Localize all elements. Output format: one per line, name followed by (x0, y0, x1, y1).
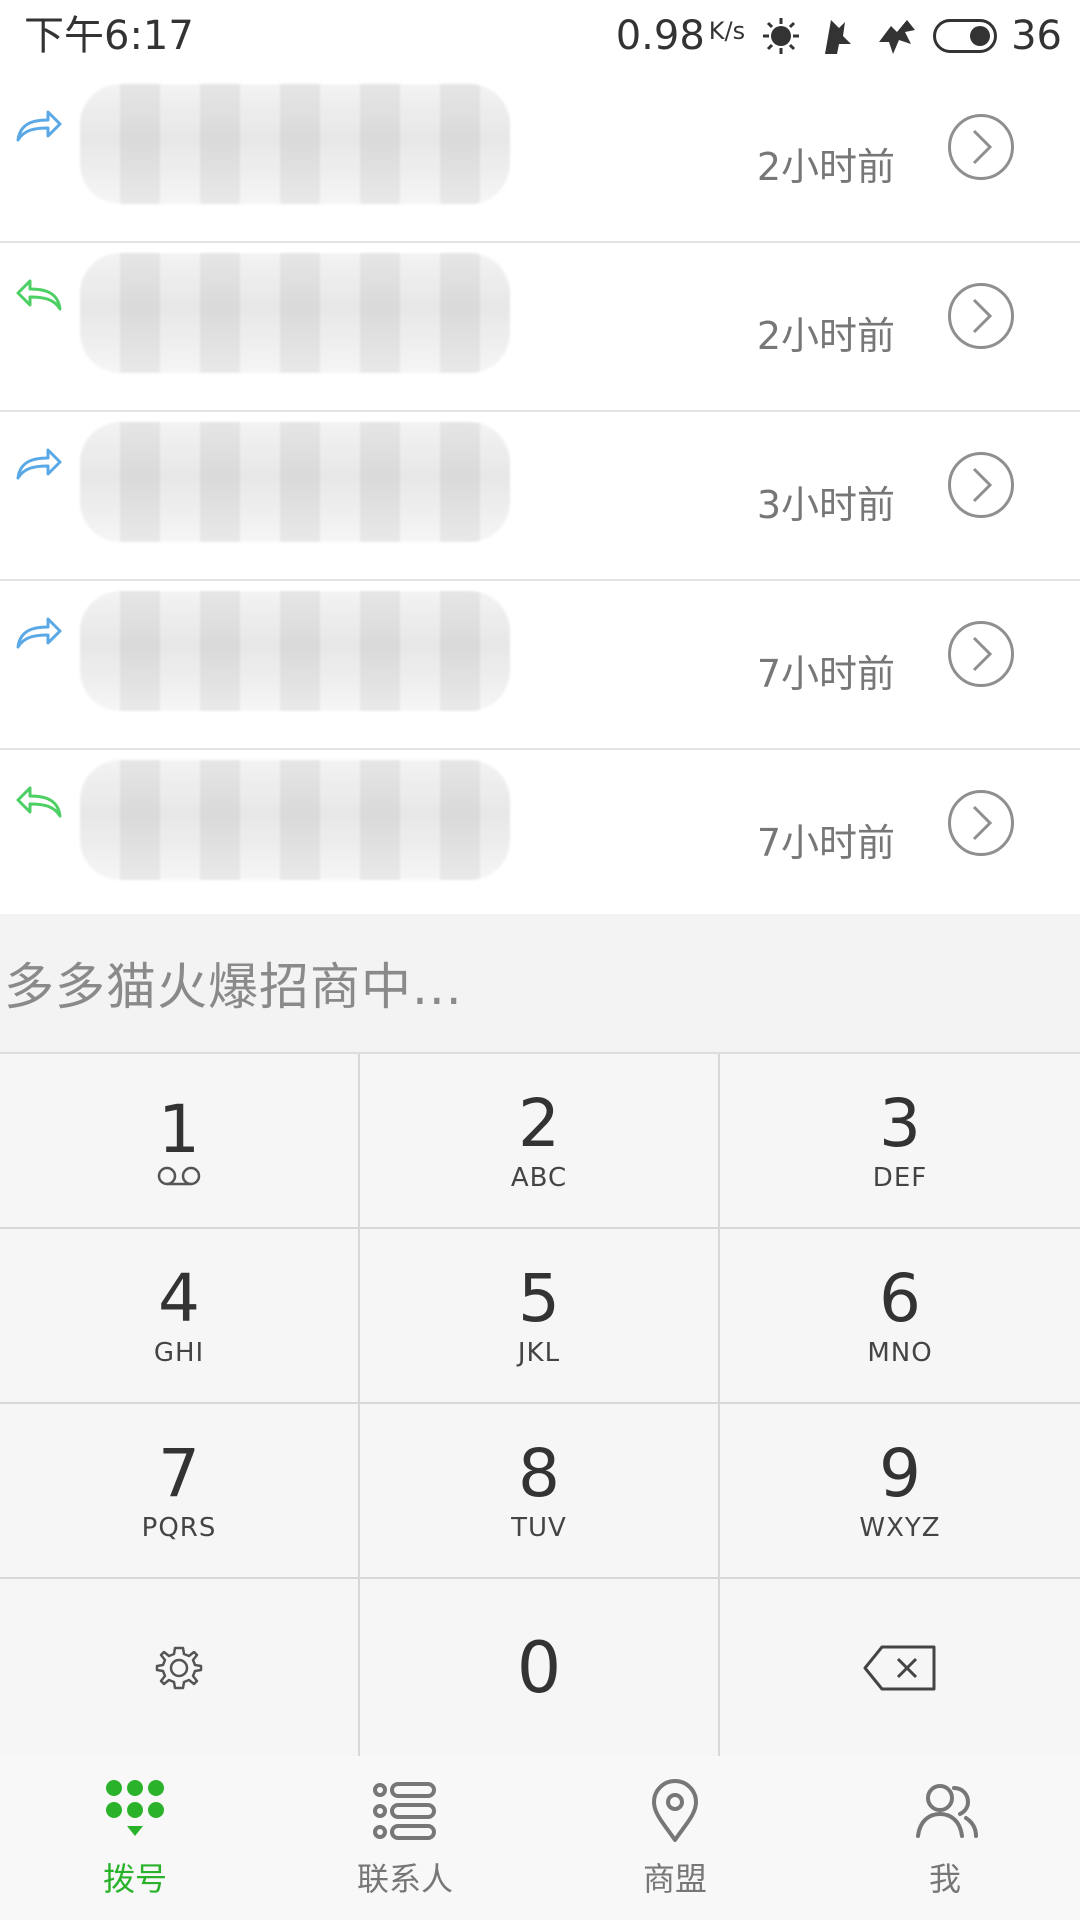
nav-tab-me[interactable]: 我 (810, 1756, 1080, 1920)
dial-settings-button[interactable] (0, 1579, 360, 1756)
gear-icon (155, 1646, 203, 1689)
contact-name-redacted (80, 84, 510, 204)
call-log-item[interactable]: 7小时前 (0, 750, 1080, 919)
voicemail-icon (157, 1166, 201, 1185)
dialpad: 1 2 ABC 3 DEF 4 GHI 5 JKL 6 MNO 7 PQRS 8… (0, 1054, 1080, 1756)
signal-4g-icon (879, 20, 916, 54)
key-digit: 7 (158, 1434, 200, 1512)
chevron-right-icon (972, 805, 993, 841)
dial-key-5[interactable]: 5 JKL (360, 1229, 720, 1404)
dialpad-icon (106, 1780, 164, 1836)
key-digit: 1 (158, 1090, 200, 1168)
network-speed: 0.98 K/s (616, 13, 745, 59)
key-digit: 2 (518, 1084, 560, 1162)
backspace-button[interactable] (720, 1579, 1080, 1756)
outgoing-call-icon (16, 110, 62, 142)
dial-key-6[interactable]: 6 MNO (720, 1229, 1080, 1404)
key-letters: JKL (517, 1337, 561, 1368)
call-detail-button[interactable] (948, 790, 1014, 856)
profile-icon (916, 1784, 978, 1838)
key-digit: 3 (879, 1084, 921, 1162)
key-letters: GHI (153, 1337, 205, 1368)
status-time: 下午6:17 (24, 13, 194, 59)
status-indicators: 0.98 K/s 36 (616, 10, 1062, 62)
nav-tab-business[interactable]: 商盟 (540, 1756, 810, 1920)
contacts-list-icon (373, 1782, 436, 1840)
key-digit: 9 (879, 1434, 921, 1512)
chevron-right-icon (972, 636, 993, 672)
location-pin-icon (652, 1779, 698, 1842)
nav-label: 商盟 (642, 1860, 707, 1898)
nav-label: 我 (928, 1860, 961, 1898)
nav-label: 拨号 (102, 1860, 167, 1898)
bottom-nav: 拨号 联系人 商盟 我 (0, 1756, 1080, 1920)
call-time: 3小时前 (756, 483, 895, 527)
call-log-item[interactable]: 2小时前 (0, 243, 1080, 412)
dial-key-7[interactable]: 7 PQRS (0, 1404, 360, 1579)
chevron-right-icon (972, 129, 993, 165)
call-log-item[interactable]: 3小时前 (0, 412, 1080, 581)
network-speed-unit: K/s (708, 17, 746, 45)
dial-input-banner[interactable]: 多多猫火爆招商中... (0, 914, 1080, 1054)
contact-name-redacted (80, 253, 510, 373)
dial-key-4[interactable]: 4 GHI (0, 1229, 360, 1404)
outgoing-call-icon (16, 617, 62, 649)
key-letters: TUV (511, 1512, 567, 1543)
incoming-call-icon (16, 786, 62, 818)
key-digit: 4 (158, 1259, 200, 1337)
call-log-list: 2小时前 2小时前 3小时前 7小时前 7小时前 (0, 74, 1080, 914)
incoming-call-icon (16, 279, 62, 311)
key-letters: ABC (510, 1162, 568, 1193)
call-time: 7小时前 (756, 821, 895, 865)
key-digit: 0 (516, 1626, 562, 1709)
call-detail-button[interactable] (948, 283, 1014, 349)
key-digit: 6 (879, 1259, 921, 1337)
nav-tab-contacts[interactable]: 联系人 (270, 1756, 540, 1920)
dial-key-1[interactable]: 1 (0, 1054, 360, 1229)
contact-name-redacted (80, 760, 510, 880)
nav-tab-dialpad[interactable]: 拨号 (0, 1756, 270, 1920)
network-speed-value: 0.98 (615, 13, 705, 59)
battery-level: 36 (1011, 13, 1062, 59)
dial-key-8[interactable]: 8 TUV (360, 1404, 720, 1579)
call-detail-button[interactable] (948, 114, 1014, 180)
key-digit: 8 (518, 1434, 560, 1512)
dial-key-0[interactable]: 0 (360, 1579, 720, 1756)
call-log-item[interactable]: 2小时前 (0, 74, 1080, 243)
notification-icon (763, 18, 800, 54)
call-detail-button[interactable] (948, 452, 1014, 518)
call-time: 2小时前 (756, 314, 895, 358)
key-letters: PQRS (141, 1512, 217, 1543)
chevron-right-icon (972, 298, 993, 334)
signal-icon (825, 20, 852, 54)
call-time: 2小时前 (756, 145, 895, 189)
call-detail-button[interactable] (948, 621, 1014, 687)
backspace-icon (863, 1645, 936, 1690)
promo-text: 多多猫火爆招商中... (4, 958, 463, 1016)
key-digit: 5 (518, 1259, 560, 1337)
status-bar: 下午6:17 0.98 K/s 36 (0, 0, 1080, 74)
chevron-right-icon (972, 467, 993, 503)
key-letters: WXYZ (859, 1512, 941, 1543)
outgoing-call-icon (16, 448, 62, 480)
dial-key-2[interactable]: 2 ABC (360, 1054, 720, 1229)
contact-name-redacted (80, 422, 510, 542)
call-time: 7小时前 (756, 652, 895, 696)
nav-label: 联系人 (356, 1860, 453, 1898)
key-letters: DEF (872, 1162, 928, 1193)
contact-name-redacted (80, 591, 510, 711)
call-log-item[interactable]: 7小时前 (0, 581, 1080, 750)
dial-key-9[interactable]: 9 WXYZ (720, 1404, 1080, 1579)
key-letters: MNO (867, 1337, 933, 1368)
dial-key-3[interactable]: 3 DEF (720, 1054, 1080, 1229)
battery-toggle-icon (933, 19, 998, 53)
